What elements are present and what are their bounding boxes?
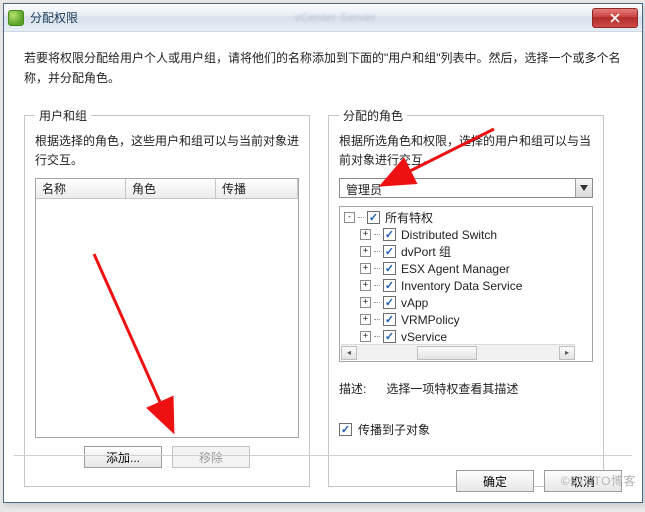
expand-icon[interactable]: + — [360, 297, 371, 308]
assigned-role-desc: 根据所选角色和权限，选择的用户和组可以与当前对象进行交互。 — [339, 132, 593, 170]
privilege-desc-label: 描述: — [339, 380, 366, 397]
dialog-content: 若要将权限分配给用户个人或用户组，请将他们的名称添加到下面的"用户和组"列表中。… — [4, 32, 642, 497]
tree-checkbox[interactable]: ✓ — [383, 313, 396, 326]
tree-label: ESX Agent Manager — [401, 262, 510, 276]
tree-node[interactable]: + ✓ vService — [342, 328, 590, 345]
tree-connector — [374, 285, 380, 286]
tree-checkbox[interactable]: ✓ — [383, 330, 396, 343]
separator — [14, 455, 632, 456]
scroll-left-button[interactable]: ◂ — [341, 346, 357, 360]
scroll-right-button[interactable]: ▸ — [559, 346, 575, 360]
expand-icon[interactable]: + — [360, 263, 371, 274]
assigned-role-legend: 分配的角色 — [339, 107, 407, 124]
dialog-window: 分配权限 vCenter Server 若要将权限分配给用户个人或用户组，请将他… — [3, 3, 643, 503]
propagate-checkbox[interactable]: ✓ — [339, 423, 352, 436]
col-prop[interactable]: 传播 — [216, 179, 298, 198]
tree-connector — [374, 268, 380, 269]
tree-node[interactable]: + ✓ Inventory Data Service — [342, 277, 590, 294]
ok-button[interactable]: 确定 — [456, 470, 534, 492]
users-groups-desc: 根据选择的角色，这些用户和组可以与当前对象进行交互。 — [35, 132, 299, 170]
privilege-desc-row: 描述: 选择一项特权查看其描述 — [339, 380, 593, 397]
role-dropdown[interactable]: 管理员 — [339, 178, 593, 198]
tree-checkbox[interactable]: ✓ — [383, 296, 396, 309]
window-title: 分配权限 — [30, 9, 78, 26]
col-role[interactable]: 角色 — [126, 179, 216, 198]
list-header: 名称 角色 传播 — [36, 179, 298, 199]
users-groups-legend: 用户和组 — [35, 107, 91, 124]
titlebar[interactable]: 分配权限 vCenter Server — [4, 4, 642, 32]
vsphere-icon — [8, 10, 24, 26]
tree-connector — [374, 319, 380, 320]
tree-node[interactable]: + ✓ dvPort 组 — [342, 243, 590, 260]
expand-icon[interactable]: + — [360, 246, 371, 257]
tree-label: VRMPolicy — [401, 313, 460, 327]
expand-icon[interactable]: + — [360, 314, 371, 325]
tree-connector — [374, 302, 380, 303]
instruction-text: 若要将权限分配给用户个人或用户组，请将他们的名称添加到下面的"用户和组"列表中。… — [24, 48, 622, 89]
role-selected-value: 管理员 — [340, 179, 575, 197]
dropdown-button[interactable] — [575, 179, 592, 197]
expand-icon[interactable]: + — [360, 331, 371, 342]
tree-label: Inventory Data Service — [401, 279, 522, 293]
tree-label: vApp — [401, 296, 428, 310]
tree-node[interactable]: + ✓ vApp — [342, 294, 590, 311]
tree-node[interactable]: + ✓ ESX Agent Manager — [342, 260, 590, 277]
tree-label: dvPort 组 — [401, 243, 451, 260]
scroll-thumb[interactable] — [417, 346, 477, 360]
tree-label: 所有特权 — [385, 209, 433, 226]
tree-checkbox[interactable]: ✓ — [383, 245, 396, 258]
cancel-button[interactable]: 取消 — [544, 470, 622, 492]
expand-icon[interactable]: + — [360, 229, 371, 240]
tree-checkbox[interactable]: ✓ — [383, 228, 396, 241]
propagate-row: ✓ 传播到子对象 — [339, 421, 593, 438]
panes: 用户和组 根据选择的角色，这些用户和组可以与当前对象进行交互。 名称 角色 传播… — [24, 107, 622, 487]
tree-connector — [374, 251, 380, 252]
close-icon — [610, 13, 620, 23]
tree-connector — [374, 234, 380, 235]
titlebar-blur-text: vCenter Server — [78, 12, 592, 24]
privileges-tree[interactable]: - ✓ 所有特权 + ✓ Distributed Switch + ✓ dvPort 组 + ✓ ES… — [339, 206, 593, 362]
tree-checkbox[interactable]: ✓ — [367, 211, 380, 224]
expand-icon[interactable]: + — [360, 280, 371, 291]
users-groups-pane: 用户和组 根据选择的角色，这些用户和组可以与当前对象进行交互。 名称 角色 传播… — [24, 107, 310, 487]
tree-label: vService — [401, 330, 447, 344]
tree-connector — [358, 217, 364, 218]
collapse-icon[interactable]: - — [344, 212, 355, 223]
assigned-role-pane: 分配的角色 根据所选角色和权限，选择的用户和组可以与当前对象进行交互。 管理员 … — [328, 107, 604, 487]
remove-button: 移除 — [172, 446, 250, 468]
close-button[interactable] — [592, 8, 638, 28]
tree-label: Distributed Switch — [401, 228, 497, 242]
horizontal-scrollbar[interactable]: ◂ ▸ — [341, 344, 575, 360]
dialog-buttons: 确定 取消 — [456, 470, 622, 492]
left-buttons: 添加... 移除 — [35, 446, 299, 468]
chevron-down-icon — [580, 185, 588, 191]
propagate-label: 传播到子对象 — [358, 421, 430, 438]
privilege-desc-value: 选择一项特权查看其描述 — [386, 380, 518, 397]
tree-node[interactable]: - ✓ 所有特权 — [342, 209, 590, 226]
tree-node[interactable]: + ✓ Distributed Switch — [342, 226, 590, 243]
tree-node[interactable]: + ✓ VRMPolicy — [342, 311, 590, 328]
tree-checkbox[interactable]: ✓ — [383, 279, 396, 292]
tree-connector — [374, 336, 380, 337]
add-button[interactable]: 添加... — [84, 446, 162, 468]
users-groups-list[interactable]: 名称 角色 传播 — [35, 178, 299, 438]
col-name[interactable]: 名称 — [36, 179, 126, 198]
scroll-track[interactable] — [357, 346, 559, 360]
tree-checkbox[interactable]: ✓ — [383, 262, 396, 275]
